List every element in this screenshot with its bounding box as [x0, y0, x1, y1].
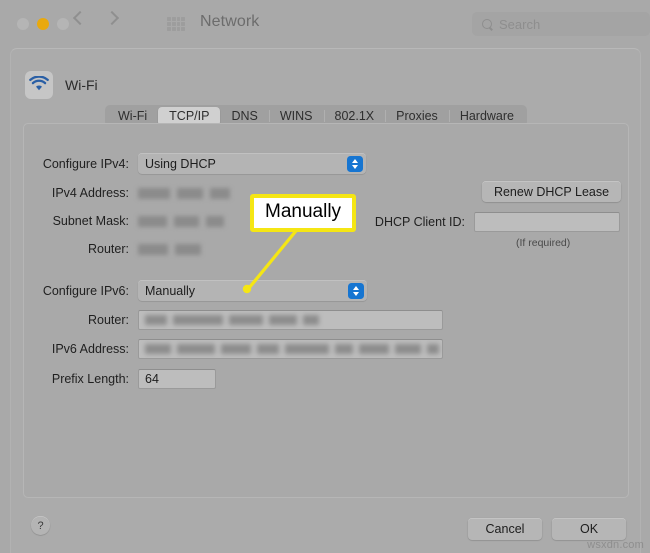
- subnet-mask-value: [138, 215, 224, 227]
- dhcp-client-id-label: DHCP Client ID:: [374, 215, 465, 229]
- tcpip-settings-sheet: Wi-Fi Wi-Fi TCP/IP DNS WINS 802.1X Proxi…: [10, 48, 641, 553]
- search-field[interactable]: Search: [472, 12, 650, 36]
- tcpip-content-panel: Configure IPv4: Using DHCP IPv4 Address:…: [23, 123, 629, 498]
- ipv6-router-value: [145, 315, 319, 325]
- configure-ipv6-value: Manually: [145, 283, 196, 298]
- configure-ipv6-dropdown[interactable]: Manually: [138, 280, 367, 301]
- configure-ipv4-label: Configure IPv4:: [42, 156, 129, 171]
- prefix-length-input[interactable]: 64: [138, 369, 216, 389]
- minimize-button[interactable]: [37, 18, 49, 30]
- ipv6-address-value: [145, 344, 439, 354]
- configure-ipv4-value: Using DHCP: [145, 156, 216, 171]
- network-preferences-window: Network Search Wi-Fi Wi-Fi TCP/IP DNS WI…: [0, 0, 650, 553]
- dhcp-client-id-hint: (If required): [516, 237, 571, 249]
- ipv6-address-row: IPv6 Address:: [24, 339, 443, 359]
- search-icon: [482, 18, 493, 30]
- subnet-mask-label: Subnet Mask:: [52, 214, 129, 228]
- prefix-length-row: Prefix Length: 64: [24, 369, 216, 389]
- window-toolbar: Network Search: [0, 0, 650, 48]
- ipv4-router-row: Router:: [24, 242, 201, 256]
- callout-annotation: Manually: [250, 194, 357, 232]
- ipv4-address-label: IPv4 Address:: [51, 186, 129, 200]
- navigation-arrows: [72, 10, 120, 26]
- service-header: Wi-Fi: [25, 71, 98, 99]
- ipv6-router-input[interactable]: [138, 310, 443, 330]
- forward-chevron-icon[interactable]: [104, 10, 120, 26]
- service-name-label: Wi-Fi: [65, 77, 98, 93]
- zoom-button[interactable]: [57, 18, 69, 30]
- ok-button[interactable]: OK: [552, 518, 626, 540]
- sheet-action-buttons: Cancel OK: [468, 518, 626, 540]
- ipv4-address-row: IPv4 Address:: [24, 186, 230, 200]
- cancel-button[interactable]: Cancel: [468, 518, 542, 540]
- dhcp-client-id-row: DHCP Client ID:: [364, 212, 620, 232]
- subnet-mask-row: Subnet Mask:: [24, 214, 224, 228]
- prefix-length-value: 64: [145, 372, 159, 386]
- chevron-updown-icon: [347, 155, 363, 172]
- ipv6-address-input[interactable]: [138, 339, 443, 359]
- configure-ipv6-label: Configure IPv6:: [42, 283, 129, 298]
- back-chevron-icon[interactable]: [72, 10, 88, 26]
- ipv4-router-value: [138, 243, 201, 255]
- prefix-length-label: Prefix Length:: [51, 372, 129, 386]
- help-button[interactable]: ?: [31, 516, 50, 535]
- close-button[interactable]: [17, 18, 29, 30]
- dhcp-client-id-input[interactable]: [474, 212, 620, 232]
- ipv6-address-label: IPv6 Address:: [51, 342, 129, 356]
- traffic-light-group: [17, 18, 69, 30]
- renew-dhcp-lease-button[interactable]: Renew DHCP Lease: [482, 181, 621, 202]
- chevron-updown-icon-ipv6: [348, 282, 364, 299]
- page-title: Network: [200, 13, 260, 30]
- configure-ipv6-row: Configure IPv6: Manually: [24, 280, 424, 301]
- ipv4-router-label: Router:: [88, 242, 129, 256]
- configure-ipv4-row: Configure IPv4: Using DHCP: [24, 153, 424, 174]
- ipv6-router-label: Router:: [88, 313, 129, 327]
- ipv4-address-value: [138, 187, 230, 199]
- watermark: wsxdn.com: [587, 539, 644, 551]
- ipv6-router-row: Router:: [24, 310, 443, 330]
- configure-ipv4-dropdown[interactable]: Using DHCP: [138, 153, 366, 174]
- show-all-grid-icon[interactable]: [167, 17, 185, 31]
- search-placeholder: Search: [499, 16, 541, 32]
- wifi-icon: [25, 71, 53, 99]
